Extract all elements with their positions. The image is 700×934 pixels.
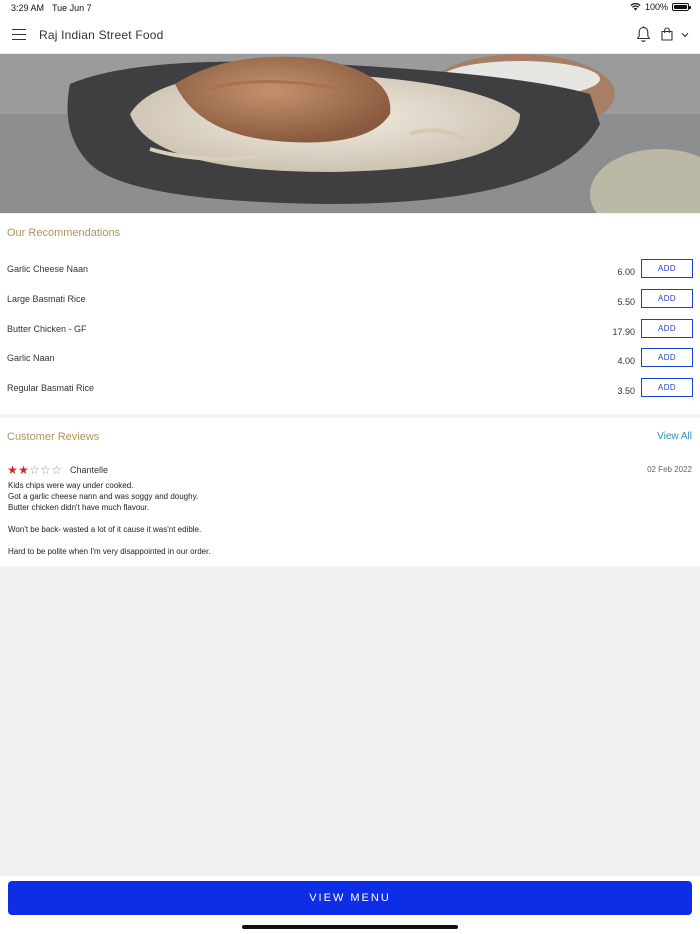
star-rating: ★ ★ ☆ ☆ ☆	[7, 464, 62, 476]
bottom-bar: VIEW MENU	[0, 876, 700, 934]
reviews-title: Customer Reviews	[7, 431, 100, 443]
item-name: Regular Basmati Rice	[7, 383, 95, 393]
recommendation-row: Large Basmati Rice 5.50 ADD	[0, 289, 700, 324]
hero-food-image	[0, 54, 700, 213]
hamburger-menu-icon[interactable]	[12, 29, 26, 40]
home-indicator	[242, 925, 458, 929]
add-button[interactable]: ADD	[641, 319, 693, 338]
chevron-down-icon[interactable]	[681, 32, 689, 38]
item-price: 17.90	[612, 327, 635, 337]
review-line: Butter chicken didn't have much flavour.	[8, 503, 150, 512]
item-price: 4.00	[617, 356, 635, 366]
item-price: 5.50	[617, 297, 635, 307]
review-line: Kids chips were way under cooked.	[8, 481, 134, 490]
review-line: Hard to be polite when I'm very disappoi…	[8, 547, 211, 556]
item-price: 6.00	[617, 267, 635, 277]
star-empty-icon: ☆	[40, 463, 51, 477]
item-name: Butter Chicken - GF	[7, 324, 87, 334]
recommendation-row: Garlic Naan 4.00 ADD	[0, 348, 700, 383]
review-line: Got a garlic cheese nann and was soggy a…	[8, 492, 199, 501]
star-empty-icon: ☆	[51, 463, 62, 477]
wifi-icon	[630, 3, 641, 11]
restaurant-title: Raj Indian Street Food	[39, 28, 164, 42]
status-bar: 3:29 AM Tue Jun 7 100%	[0, 0, 700, 16]
battery-icon	[672, 3, 691, 11]
status-time: 3:29 AM	[11, 3, 45, 13]
app-header: Raj Indian Street Food	[0, 16, 700, 54]
star-filled-icon: ★	[18, 463, 29, 477]
status-date: Tue Jun 7	[52, 3, 92, 13]
star-empty-icon: ☆	[29, 463, 40, 477]
add-button[interactable]: ADD	[641, 348, 693, 367]
reviewer-name: Chantelle	[70, 465, 109, 475]
review-text: Kids chips were way under cooked. Got a …	[8, 480, 648, 557]
add-button[interactable]: ADD	[641, 259, 693, 278]
add-button[interactable]: ADD	[641, 378, 693, 397]
star-filled-icon: ★	[7, 463, 18, 477]
item-name: Garlic Cheese Naan	[7, 264, 89, 274]
item-name: Garlic Naan	[7, 353, 55, 363]
recommendation-row: Garlic Cheese Naan 6.00 ADD	[0, 259, 700, 294]
battery-percent: 100%	[644, 2, 668, 12]
recommendation-row: Regular Basmati Rice 3.50 ADD	[0, 378, 700, 413]
review-date: 02 Feb 2022	[647, 465, 692, 474]
view-menu-button[interactable]: VIEW MENU	[8, 881, 692, 915]
item-price: 3.50	[617, 386, 635, 396]
status-right: 100%	[630, 2, 691, 12]
shopping-bag-icon[interactable]	[661, 27, 673, 41]
recommendation-row: Butter Chicken - GF 17.90 ADD	[0, 319, 700, 354]
reviews-section: Customer Reviews View All ★ ★ ☆ ☆ ☆ Chan…	[0, 418, 700, 566]
recommendations-title: Our Recommendations	[7, 227, 121, 239]
view-all-link[interactable]: View All	[657, 431, 692, 442]
review-line: Won't be back- wasted a lot of it cause …	[8, 525, 202, 534]
bell-icon[interactable]	[636, 26, 651, 43]
add-button[interactable]: ADD	[641, 289, 693, 308]
item-name: Large Basmati Rice	[7, 294, 86, 304]
recommendations-section: Our Recommendations Garlic Cheese Naan 6…	[0, 214, 700, 414]
